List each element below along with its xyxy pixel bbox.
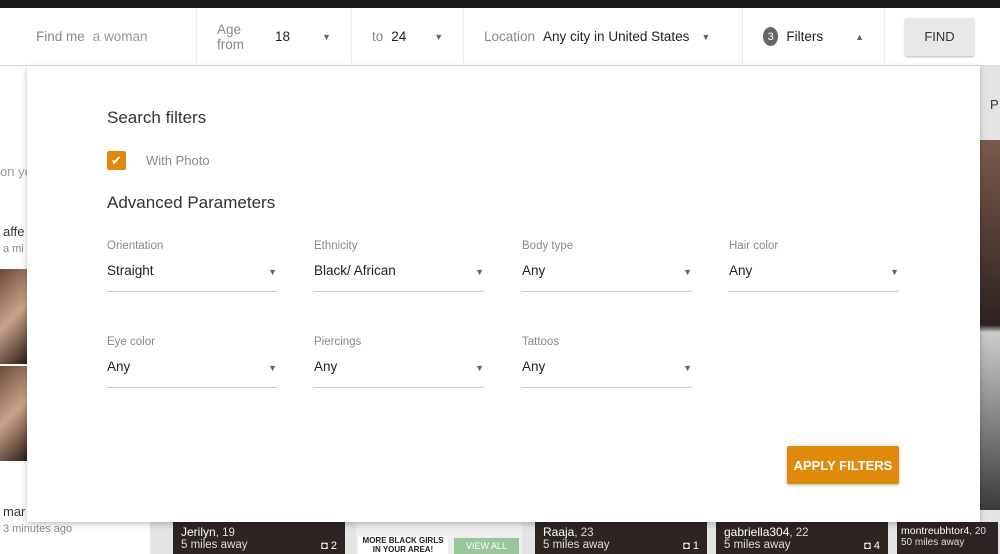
advanced-title: Advanced Parameters xyxy=(107,193,276,212)
piercings-select[interactable]: Piercings Any ▼ xyxy=(314,336,484,388)
card-distance: 5 miles away xyxy=(543,539,610,551)
filters-label: Filters xyxy=(786,29,824,44)
field-value: Straight xyxy=(107,263,154,278)
find-me-label: Find me xyxy=(36,29,85,44)
ad-text: MORE BLACK GIRLS IN YOUR AREA! xyxy=(358,536,448,554)
eye-color-select[interactable]: Eye color Any ▼ xyxy=(107,336,277,388)
card-age: , 23 xyxy=(574,527,594,539)
tattoos-select[interactable]: Tattoos Any ▼ xyxy=(522,336,692,388)
profile-card[interactable]: Raaja, 23 5 miles away ◘ 1 xyxy=(535,522,707,554)
chevron-down-icon: ▼ xyxy=(268,267,277,277)
card-name: gabriella304 xyxy=(724,525,790,539)
apply-filters-button[interactable]: APPLY FILTERS xyxy=(787,446,899,484)
profile-card[interactable]: montreubhtor4, 20 50 miles away xyxy=(897,522,998,554)
profile-card[interactable]: Jerilyn, 19 5 miles away ◘ 2 xyxy=(173,522,345,554)
age-to-select[interactable]: to 24 ▼ xyxy=(352,8,464,65)
search-bar: Find me a woman Age from 18 ▼ to 24 ▼ Lo… xyxy=(0,8,1000,66)
field-value: Any xyxy=(522,263,546,278)
field-value: Any xyxy=(107,359,131,374)
chevron-down-icon: ▼ xyxy=(268,363,277,373)
location-select[interactable]: Location Any city in United States ▼ xyxy=(464,8,743,65)
panel-title: Search filters xyxy=(107,108,207,127)
card-name: montreubhtor4 xyxy=(901,525,970,537)
hair-color-select[interactable]: Hair color Any ▼ xyxy=(729,240,899,292)
card-age: , 22 xyxy=(789,527,809,539)
field-label: Orientation xyxy=(107,240,164,252)
card-name: Raaja xyxy=(543,525,575,539)
age-from-label: Age from xyxy=(217,21,244,52)
age-to-label: to xyxy=(372,29,384,44)
chevron-down-icon: ▼ xyxy=(475,267,484,277)
chevron-down-icon: ▼ xyxy=(322,31,331,42)
top-bar xyxy=(0,0,1000,8)
ethnicity-select[interactable]: Ethnicity Black/ African ▼ xyxy=(314,240,484,292)
sidebar-snippet: affe xyxy=(3,224,25,239)
camera-icon: ◘ xyxy=(864,540,871,552)
filter-count-badge: 3 xyxy=(763,27,779,46)
chevron-down-icon: ▼ xyxy=(701,31,711,42)
with-photo-checkbox[interactable]: ✔ xyxy=(107,151,126,170)
card-distance: 5 miles away xyxy=(181,539,248,551)
profile-cards: Jerilyn, 19 5 miles away ◘ 2 MORE BLACK GI… xyxy=(173,522,1000,554)
field-label: Tattoos xyxy=(522,336,560,348)
sidebar-timestamp: 3 minutes ago xyxy=(3,523,73,535)
find-button[interactable]: FIND xyxy=(905,17,974,56)
chevron-down-icon: ▼ xyxy=(683,267,692,277)
age-to-value: 24 xyxy=(391,29,407,44)
profile-photo[interactable] xyxy=(0,366,27,461)
view-all-button[interactable]: VIEW ALL xyxy=(454,538,520,554)
find-me-value: a woman xyxy=(92,29,148,44)
sidebar-snippet: mar xyxy=(3,504,26,519)
location-value: Any city in United States xyxy=(543,29,690,44)
card-age: , 19 xyxy=(215,527,235,539)
location-label: Location xyxy=(484,29,536,44)
with-photo-label: With Photo xyxy=(146,153,210,168)
field-label: Eye color xyxy=(107,336,155,348)
card-age: , 20 xyxy=(969,526,986,537)
age-from-select[interactable]: Age from 18 ▼ xyxy=(197,8,352,65)
filters-panel: Search filters ✔ With Photo Advanced Par… xyxy=(27,66,980,522)
photo-count: 1 xyxy=(692,540,699,552)
profile-card[interactable]: gabriella304, 22 5 miles away ◘ 4 xyxy=(716,522,888,554)
chevron-up-icon: ▲ xyxy=(855,31,864,42)
chevron-down-icon: ▼ xyxy=(434,31,444,42)
chevron-down-icon: ▼ xyxy=(890,267,899,277)
chevron-down-icon: ▼ xyxy=(683,363,692,373)
photo-count: 2 xyxy=(330,540,337,552)
photo-count: 4 xyxy=(873,540,880,552)
card-distance: 50 miles away xyxy=(901,537,965,548)
field-label: Piercings xyxy=(314,336,362,348)
camera-icon: ◘ xyxy=(683,540,690,552)
card-distance: 5 miles away xyxy=(724,539,791,551)
age-from-value: 18 xyxy=(275,29,291,44)
body-type-select[interactable]: Body type Any ▼ xyxy=(522,240,692,292)
field-value: Any xyxy=(729,263,753,278)
field-label: Hair color xyxy=(729,240,779,252)
field-value: Black/ African xyxy=(314,263,396,278)
camera-icon: ◘ xyxy=(321,540,328,552)
orientation-select[interactable]: Orientation Straight ▼ xyxy=(107,240,277,292)
field-label: Body type xyxy=(522,240,574,252)
card-name: Jerilyn xyxy=(181,525,216,539)
chevron-down-icon: ▼ xyxy=(475,363,484,373)
field-value: Any xyxy=(522,359,546,374)
right-edge-text: P xyxy=(990,97,999,112)
find-me-select[interactable]: Find me a woman xyxy=(0,8,197,65)
ad-banner[interactable]: MORE BLACK GIRLS IN YOUR AREA! VIEW ALL xyxy=(356,522,522,554)
check-icon: ✔ xyxy=(111,152,122,168)
profile-photo[interactable] xyxy=(0,269,27,364)
sidebar-snippet: a mi xyxy=(3,243,24,255)
field-value: Any xyxy=(314,359,338,374)
field-label: Ethnicity xyxy=(314,240,358,252)
profile-photo[interactable] xyxy=(980,140,1000,510)
filters-toggle[interactable]: 3 Filters ▲ xyxy=(743,8,885,65)
